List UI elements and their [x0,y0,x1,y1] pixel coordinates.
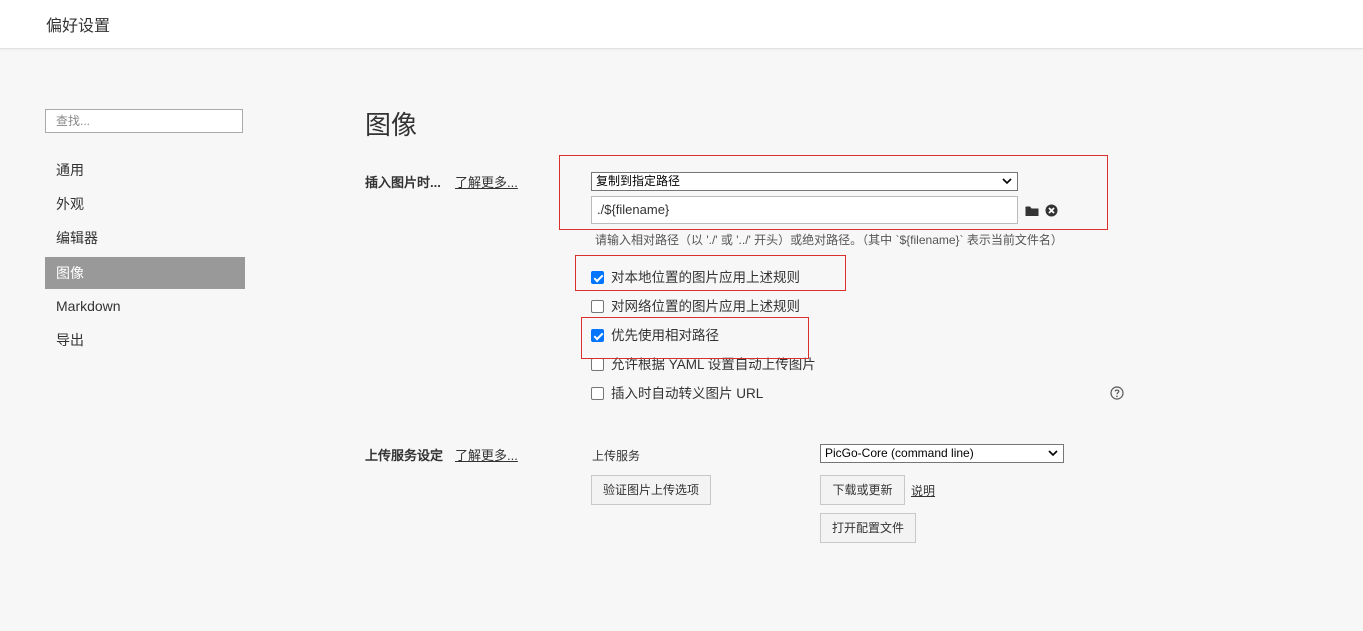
help-circle-icon[interactable] [1110,386,1124,405]
checkbox-unchecked[interactable] [591,300,604,313]
insert-image-label: 插入图片时... [365,175,441,190]
sidebar-item-label: 通用 [56,162,84,178]
image-path-input[interactable]: ./${filename} [591,196,1018,224]
upload-service-select[interactable]: PicGo-Core (command line) [820,444,1064,463]
option-label: 优先使用相对路径 [611,328,719,343]
button-label: 打开配置文件 [831,521,904,535]
insert-image-action-select[interactable]: 复制到指定路径 [591,172,1018,191]
option-label: 对网络位置的图片应用上述规则 [611,299,800,314]
verify-upload-button[interactable]: 验证图片上传选项 [591,475,711,505]
search-input[interactable] [45,109,243,133]
upload-learn-more-link[interactable]: 了解更多... [455,445,518,464]
sidebar-item-general[interactable]: 通用 [45,154,245,186]
sidebar-item-label: 外观 [56,196,84,212]
option-label: 允许根据 YAML 设置自动上传图片 [611,357,816,372]
chevron-down-icon [1001,173,1013,196]
sidebar-item-editor[interactable]: 编辑器 [45,222,245,254]
download-update-button[interactable]: 下载或更新 [820,475,905,505]
open-config-button[interactable]: 打开配置文件 [820,513,916,543]
checkbox-checked[interactable] [591,329,604,342]
checkbox-unchecked[interactable] [591,387,604,400]
sidebar-item-label: 图像 [56,265,84,281]
insert-image-learn-more-link[interactable]: 了解更多... [455,172,518,191]
checkbox-unchecked[interactable] [591,358,604,371]
option-label: 对本地位置的图片应用上述规则 [611,270,800,285]
sidebar-item-label: 编辑器 [56,230,98,246]
path-hint: 请输入相对路径（以 './' 或 '../' 开头）或绝对路径。（其中 `${f… [595,233,1063,247]
upload-settings-label: 上传服务设定 [365,448,444,463]
checkbox-checked[interactable] [591,271,604,284]
upload-service-label: 上传服务 [592,449,641,463]
sidebar-item-image[interactable]: 图像 [45,257,245,289]
sidebar-item-markdown[interactable]: Markdown [45,290,245,322]
sidebar-item-appearance[interactable]: 外观 [45,188,245,220]
button-label: 下载或更新 [832,483,893,497]
window-title: 偏好设置 [46,18,111,35]
explain-link[interactable]: 说明 [911,482,935,499]
path-value: ./${filename} [597,202,670,217]
chevron-down-icon [1047,445,1059,468]
folder-icon[interactable] [1025,204,1039,222]
button-label: 验证图片上传选项 [602,483,699,497]
sidebar-item-label: Markdown [56,298,121,314]
sidebar-item-export[interactable]: 导出 [45,324,245,356]
title-bar: 偏好设置 [0,0,1363,49]
page-title: 图像 [365,110,418,140]
sidebar-item-label: 导出 [56,332,84,348]
option-label: 插入时自动转义图片 URL [611,386,764,401]
select-value: PicGo-Core (command line) [825,446,974,460]
select-value: 复制到指定路径 [596,174,681,188]
clear-circle-icon[interactable] [1045,204,1058,222]
